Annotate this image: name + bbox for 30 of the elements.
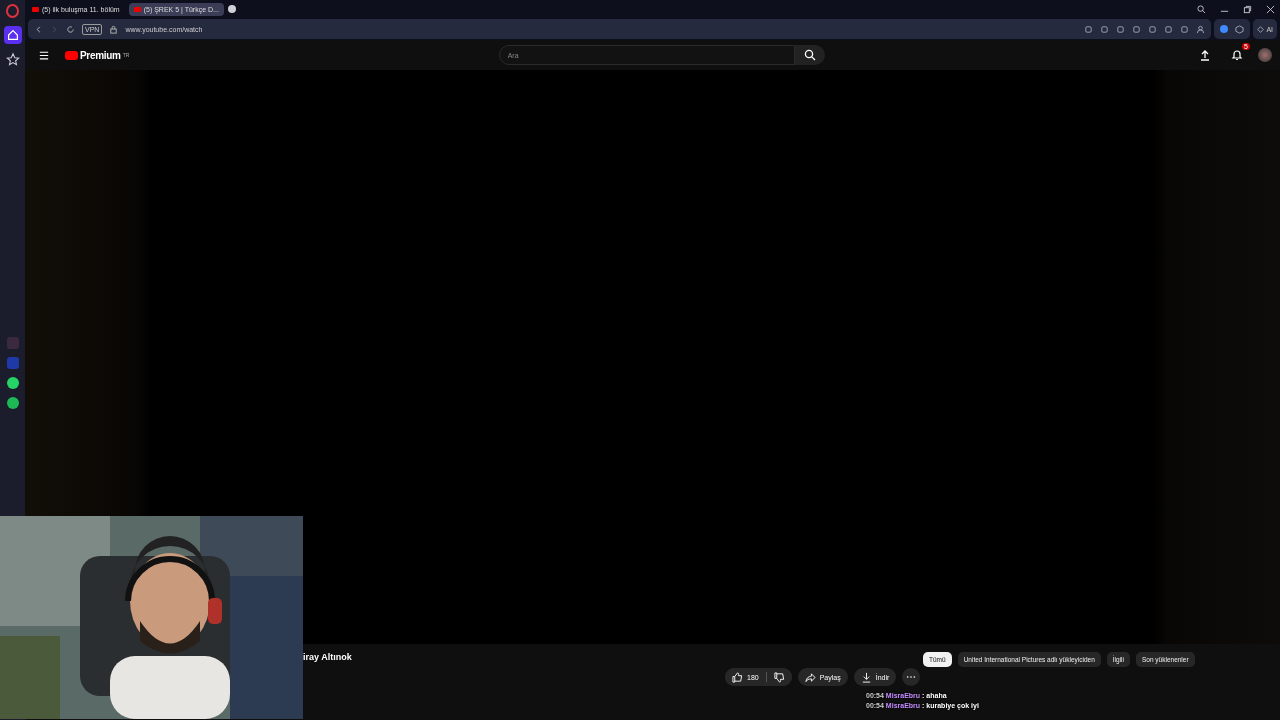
new-tab-icon[interactable] <box>227 5 236 13</box>
close-icon[interactable] <box>1266 4 1275 14</box>
video-player[interactable] <box>25 70 1280 644</box>
more-button[interactable] <box>902 668 921 686</box>
thumbs-up-icon <box>732 671 743 683</box>
search-icon[interactable] <box>1197 4 1206 14</box>
lock-icon <box>109 24 119 34</box>
forward-icon <box>50 24 59 34</box>
download-icon <box>860 671 872 683</box>
star-icon[interactable] <box>5 52 20 66</box>
cube-icon[interactable] <box>1235 24 1245 34</box>
upload-icon[interactable] <box>1199 49 1211 61</box>
back-icon[interactable] <box>34 24 43 34</box>
bell-icon[interactable] <box>1231 49 1243 61</box>
avatar-icon[interactable] <box>1258 48 1272 62</box>
more-icon <box>906 675 917 679</box>
home-icon[interactable] <box>3 26 22 44</box>
extension-icon[interactable] <box>1220 25 1229 33</box>
youtube-logo[interactable]: Premium $^{TR}$ <box>65 49 130 61</box>
menu-icon[interactable] <box>39 50 49 60</box>
restore-icon[interactable] <box>1243 4 1252 14</box>
reload-icon[interactable] <box>66 24 75 34</box>
search-icon <box>803 49 816 61</box>
profile-icon[interactable] <box>1196 24 1206 34</box>
sparkle-icon <box>1257 25 1265 33</box>
search-button[interactable] <box>794 45 825 65</box>
share-icon <box>804 671 816 683</box>
opera-logo-icon[interactable] <box>6 4 19 18</box>
thumbs-down-icon <box>773 671 785 683</box>
channel-name[interactable]: iray Altınok <box>303 652 352 720</box>
